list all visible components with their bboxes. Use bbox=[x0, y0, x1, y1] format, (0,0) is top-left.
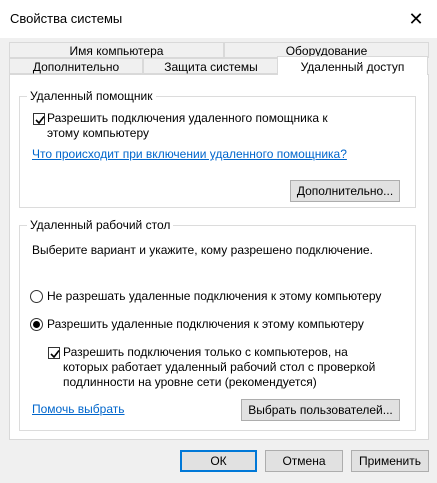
ok-button[interactable]: ОК bbox=[180, 450, 257, 472]
remote-desktop-instruction: Выберите вариант и укажите, кому разреше… bbox=[32, 243, 373, 257]
allow-remote-assistance-checkbox[interactable] bbox=[33, 113, 45, 125]
close-icon[interactable]: ✕ bbox=[404, 8, 428, 30]
window-title: Свойства системы bbox=[10, 11, 123, 26]
allow-connections-label[interactable]: Разрешить удаленные подключения к этому … bbox=[47, 317, 364, 331]
nla-only-checkbox[interactable] bbox=[48, 347, 60, 359]
help-me-choose-link[interactable]: Помочь выбрать bbox=[32, 402, 125, 416]
tab-advanced[interactable]: Дополнительно bbox=[9, 58, 143, 74]
allow-remote-assistance-label[interactable]: Разрешить подключения удаленного помощни… bbox=[47, 111, 347, 141]
checkmark-icon bbox=[35, 116, 45, 125]
apply-button[interactable]: Применить bbox=[351, 450, 429, 472]
tab-computer-name[interactable]: Имя компьютера bbox=[9, 42, 224, 58]
title-bar: Свойства системы ✕ bbox=[0, 0, 437, 38]
allow-connections-radio[interactable] bbox=[30, 318, 43, 331]
cancel-button[interactable]: Отмена bbox=[265, 450, 343, 472]
deny-connections-label[interactable]: Не разрешать удаленные подключения к это… bbox=[47, 289, 381, 303]
tab-remote[interactable]: Удаленный доступ bbox=[277, 56, 428, 75]
remote-desktop-legend: Удаленный рабочий стол bbox=[27, 218, 174, 232]
tab-system-protection[interactable]: Защита системы bbox=[143, 58, 279, 74]
remote-assistance-legend: Удаленный помощник bbox=[27, 89, 156, 103]
nla-only-label[interactable]: Разрешить подключения только с компьютер… bbox=[63, 345, 393, 390]
remote-assistance-help-link[interactable]: Что происходит при включении удаленного … bbox=[32, 147, 347, 161]
advanced-button[interactable]: Дополнительно... bbox=[290, 180, 400, 202]
select-users-button[interactable]: Выбрать пользователей... bbox=[241, 399, 400, 421]
radio-selected-dot bbox=[33, 321, 40, 328]
checkmark-icon bbox=[50, 350, 60, 359]
deny-connections-radio[interactable] bbox=[30, 290, 43, 303]
